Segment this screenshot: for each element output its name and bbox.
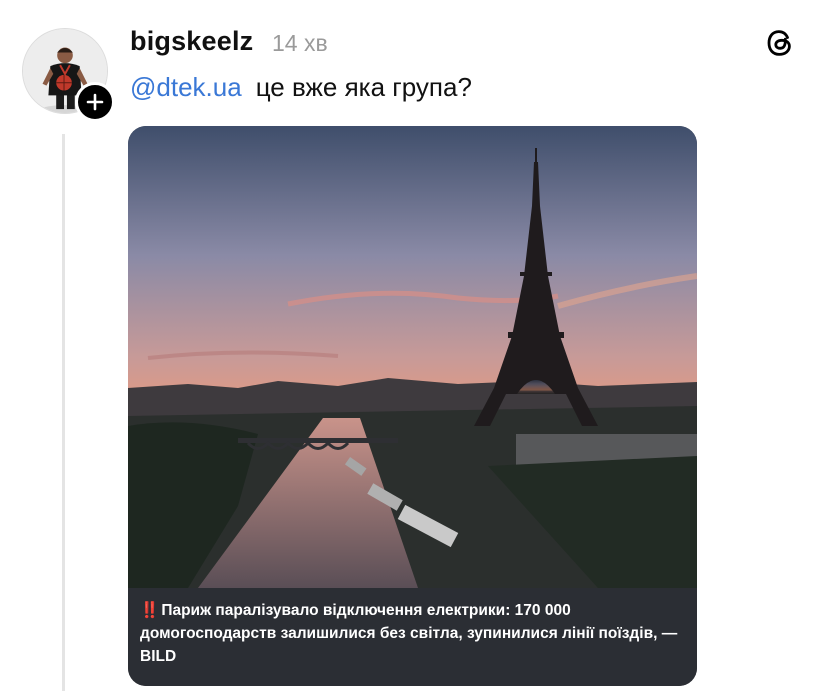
username[interactable]: bigskeelz	[130, 26, 253, 57]
media-card[interactable]: ‼️ Париж паралізувало відключення електри…	[128, 126, 697, 686]
media-caption: ‼️ Париж паралізувало відключення електри…	[140, 599, 683, 668]
mention-link[interactable]: @dtek.ua	[130, 72, 242, 102]
threads-logo-icon[interactable]	[763, 26, 797, 60]
thread-connector-line	[62, 134, 65, 691]
post-timestamp: 14 хв	[272, 30, 328, 56]
paris-photo	[128, 126, 697, 588]
post-text: @dtek.ua це вже яка група?	[130, 72, 472, 103]
plus-icon	[86, 93, 104, 111]
double-exclamation-icon: ‼️	[140, 602, 160, 619]
follow-button[interactable]	[75, 82, 115, 122]
thread-post: bigskeelz 14 хв @dtek.ua це вже яка група…	[0, 0, 828, 691]
post-body: це вже яка група?	[255, 72, 472, 102]
media-caption-text: Париж паралізувало відключення електрики…	[140, 602, 678, 665]
media-caption-box: ‼️ Париж паралізувало відключення електри…	[128, 588, 697, 686]
